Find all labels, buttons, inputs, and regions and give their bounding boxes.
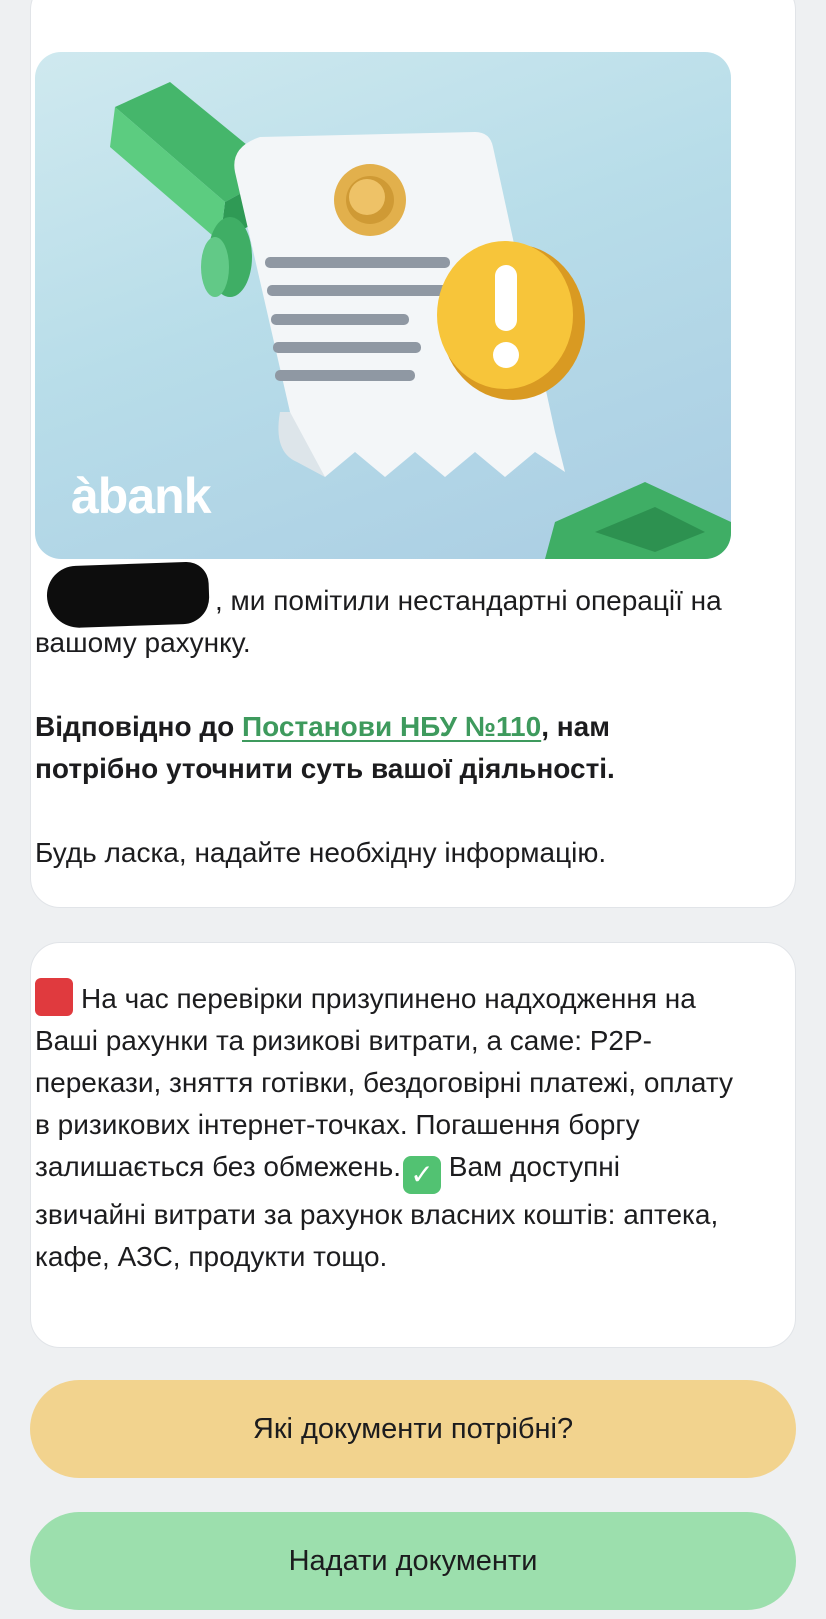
documents-needed-button[interactable]: Які документи потрібні? — [30, 1380, 796, 1478]
info-request-text: Будь ласка, надайте необхідну інформацію… — [35, 837, 607, 868]
abank-logo: àbank — [71, 468, 212, 524]
greeting-text: , ми помітили нестандартні операції на в… — [35, 585, 722, 658]
check-mark-icon: ✓ — [403, 1156, 441, 1194]
legal-notice: Відповідно до Постанови НБУ №110, нам по… — [35, 711, 615, 784]
red-square-icon — [35, 978, 73, 1016]
document-warning-banner: àbank — [35, 52, 731, 559]
restrictions-text: На час перевірки призупинено надходження… — [35, 978, 735, 1278]
submit-documents-button[interactable]: Надати документи — [30, 1512, 796, 1610]
nbu-resolution-link[interactable]: Постанови НБУ №110 — [242, 711, 541, 742]
